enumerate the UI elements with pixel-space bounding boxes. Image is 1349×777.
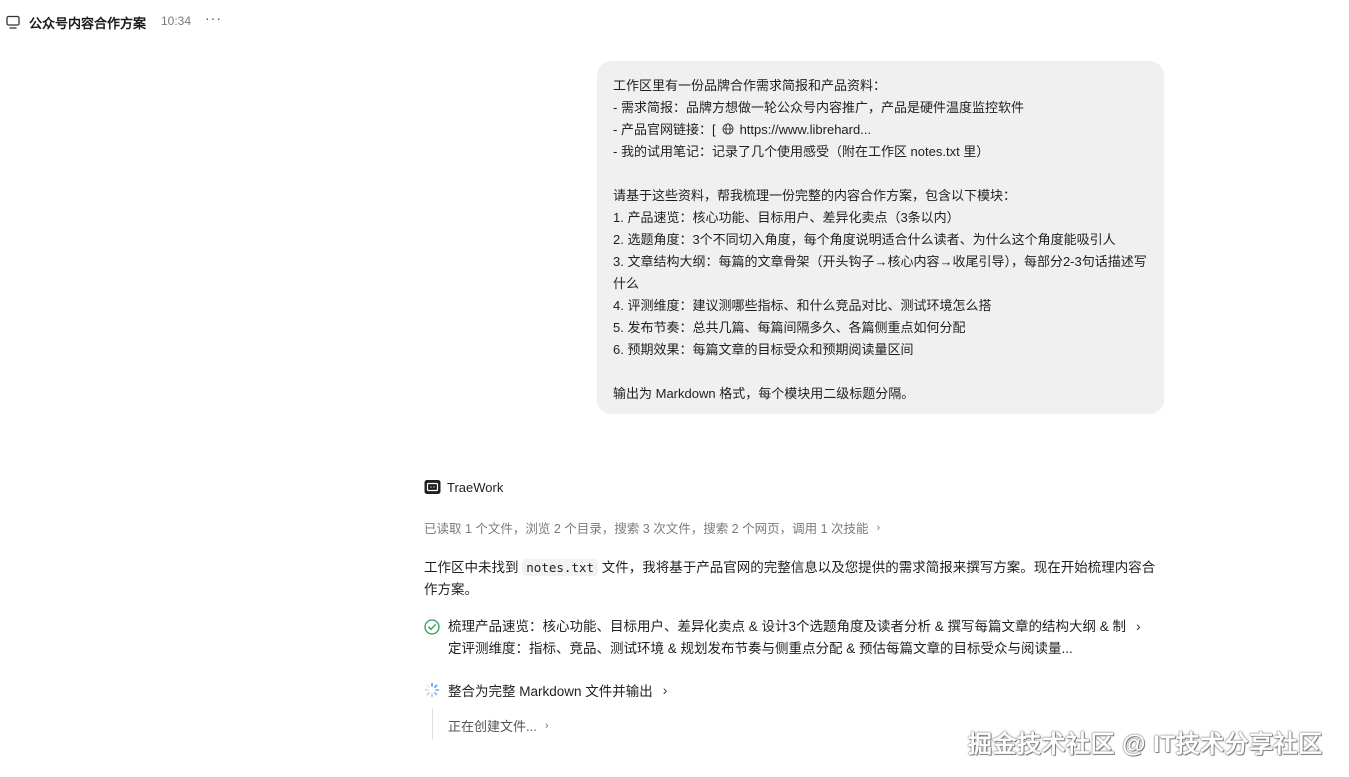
assistant-reply: 工作区中未找到 notes.txt 文件，我将基于产品官网的完整信息以及您提供的… bbox=[424, 557, 1164, 601]
chat-page: 公众号内容合作方案 10:34 ··· 工作区里有一份品牌合作需求简报和产品资料… bbox=[0, 0, 1349, 777]
check-circle-icon bbox=[424, 619, 440, 635]
watermark: 掘金技术社区 @ IT技术分享社区 bbox=[968, 731, 1323, 758]
subtask-status[interactable]: 正在创建文件... › bbox=[448, 716, 549, 735]
assistant-name: TraeWork bbox=[447, 479, 504, 495]
message-line: - 需求简报：品牌方想做一轮公众号内容推广，产品是硬件温度监控软件 bbox=[613, 100, 1024, 115]
message-line: 请基于这些资料，帮我梳理一份完整的内容合作方案，包含以下模块： bbox=[613, 188, 1017, 203]
message-line: 5. 发布节奏：总共几篇、每篇间隔多久、各篇侧重点如何分配 bbox=[613, 320, 966, 335]
message-line: 3. 文章结构大纲：每篇的文章骨架（开头钩子→核心内容→收尾引导），每部分2-3… bbox=[613, 254, 1147, 291]
message-line: 1. 产品速览：核心功能、目标用户、差异化卖点（3条以内） bbox=[613, 210, 960, 225]
subtask-divider bbox=[432, 708, 433, 740]
chevron-right-icon[interactable]: › bbox=[1136, 618, 1141, 634]
chevron-right-icon: › bbox=[662, 682, 668, 698]
chat-bubble-icon bbox=[6, 15, 20, 29]
activity-summary-text: 已读取 1 个文件，浏览 2 个目录，搜索 3 次文件，搜索 2 个网页，调用 … bbox=[424, 522, 869, 536]
message-line: 工作区里有一份品牌合作需求简报和产品资料： bbox=[613, 78, 887, 93]
user-message-bubble: 工作区里有一份品牌合作需求简报和产品资料： - 需求简报：品牌方想做一轮公众号内… bbox=[597, 61, 1164, 414]
conversation-title: 公众号内容合作方案 bbox=[29, 16, 147, 31]
chevron-right-icon: › bbox=[544, 719, 549, 732]
traework-logo-icon bbox=[424, 480, 441, 494]
product-link[interactable]: https://www.librehard... bbox=[740, 122, 872, 137]
conversation-header: 公众号内容合作方案 10:34 ··· bbox=[0, 0, 1349, 42]
chevron-right-icon: › bbox=[876, 521, 881, 534]
message-line-text: - 产品官网链接：[ bbox=[613, 122, 716, 137]
loading-spinner-icon bbox=[424, 682, 440, 698]
message-line: 4. 评测维度：建议测哪些指标、和什么竞品对比、测试环境怎么搭 bbox=[613, 298, 992, 313]
reply-text: 工作区中未找到 bbox=[424, 560, 523, 575]
message-line: 输出为 Markdown 格式，每个模块用二级标题分隔。 bbox=[613, 386, 915, 401]
task-text: 梳理产品速览：核心功能、目标用户、差异化卖点 & 设计3个选题角度及读者分析 &… bbox=[448, 619, 1127, 656]
assistant-header: TraeWork bbox=[424, 479, 503, 495]
conversation-time: 10:34 bbox=[161, 14, 192, 28]
more-options-icon[interactable]: ··· bbox=[205, 10, 222, 26]
subtask-text: 正在创建文件... bbox=[448, 719, 537, 734]
globe-icon bbox=[722, 123, 734, 135]
task-text: 整合为完整 Markdown 文件并输出 bbox=[448, 684, 653, 699]
activity-summary[interactable]: 已读取 1 个文件，浏览 2 个目录，搜索 3 次文件，搜索 2 个网页，调用 … bbox=[424, 518, 880, 537]
task-item-in-progress[interactable]: 整合为完整 Markdown 文件并输出 › bbox=[424, 680, 667, 700]
message-line: - 产品官网链接：[ https://www.librehard... bbox=[613, 119, 1148, 141]
inline-code: notes.txt bbox=[522, 559, 598, 576]
message-line: 6. 预期效果：每篇文章的目标受众和预期阅读量区间 bbox=[613, 342, 914, 357]
message-line: 2. 选题角度：3个不同切入角度，每个角度说明适合什么读者、为什么这个角度能吸引… bbox=[613, 232, 1116, 247]
message-line: - 我的试用笔记：记录了几个使用感受（附在工作区 notes.txt 里） bbox=[613, 144, 990, 159]
